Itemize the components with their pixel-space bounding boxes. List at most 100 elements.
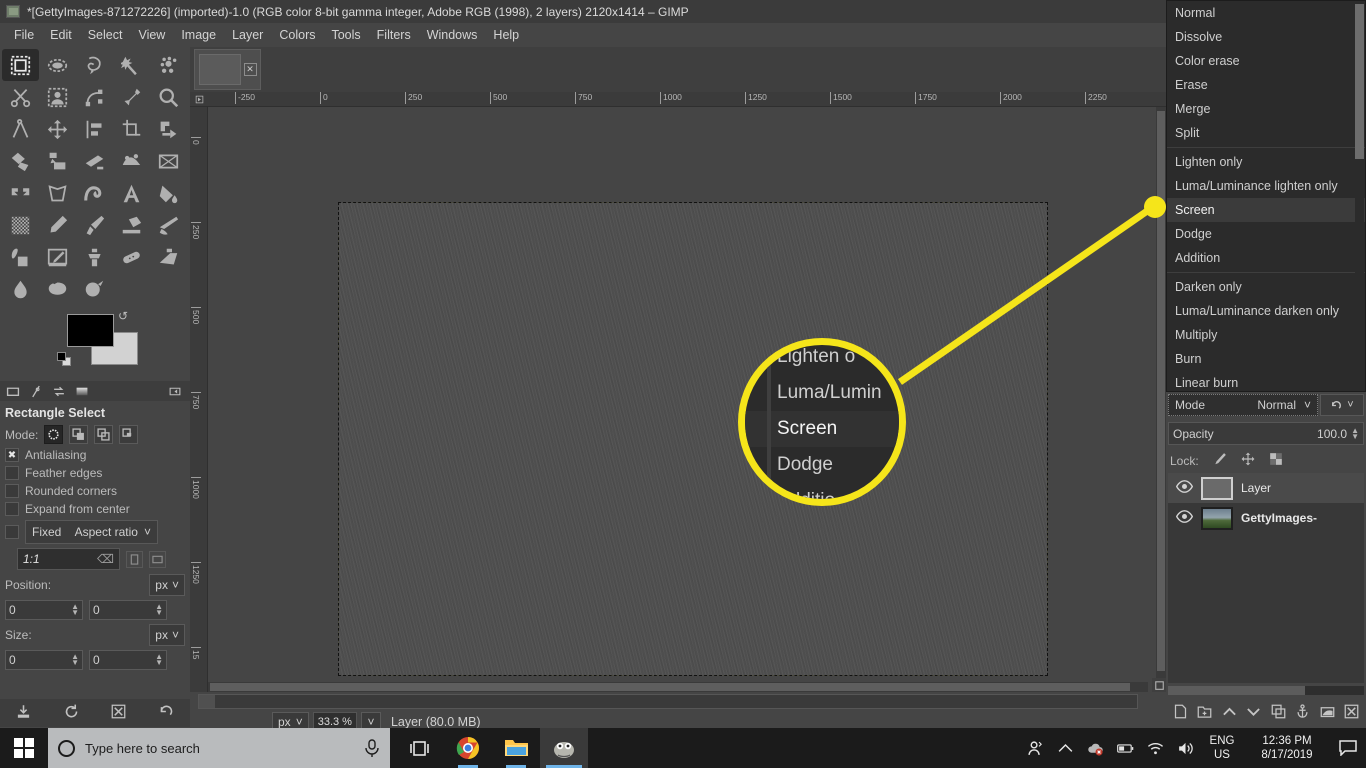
mode-intersect-with-selection[interactable] [119,425,139,444]
duplicate-layer-button[interactable] [1271,704,1286,722]
paths-tool[interactable] [76,81,113,113]
airbrush-tool[interactable] [150,209,187,241]
language-indicator[interactable]: ENG US [1200,734,1244,762]
canvas-vertical-scrollbar[interactable] [1156,107,1166,692]
landscape-orientation-button[interactable] [149,550,166,568]
blend-option-split[interactable]: Split [1167,121,1365,145]
spinner-icon[interactable]: ▲ ▼ [155,603,163,617]
ruler-origin-icon[interactable] [190,92,208,106]
position-x-input[interactable]: 0 ▲ ▼ [5,600,83,620]
eye-icon[interactable] [1175,480,1194,496]
blend-option-color-erase[interactable]: Color erase [1167,49,1365,73]
rounded-corners-row[interactable]: Rounded corners [0,482,190,500]
pencil-tool[interactable] [39,209,76,241]
volume-icon[interactable] [1170,728,1200,768]
fixed-aspect-combo[interactable]: Fixed Aspect ratio ˅ [25,520,158,544]
close-icon[interactable]: ✕ [243,63,257,76]
lower-layer-button[interactable] [1246,704,1261,722]
horizontal-ruler[interactable]: -250 0 250 500 750 1000 1250 1500 1750 2… [190,92,1166,107]
aspect-ratio-input[interactable]: 1:1 ⌫ [17,548,120,570]
delete-tool-preset-button[interactable] [111,704,126,722]
blend-option-luma-lighten-only[interactable]: Luma/Luminance lighten only [1167,174,1365,198]
blend-option-linear-burn[interactable]: Linear burn [1167,371,1365,391]
gradient-icon[interactable] [74,384,89,398]
position-unit-combo[interactable]: px ˅ [149,574,185,596]
clear-icon[interactable]: ⌫ [97,552,114,566]
dodge-burn-tool[interactable] [76,273,113,305]
portrait-orientation-button[interactable] [126,550,143,568]
menu-colors[interactable]: Colors [271,25,323,45]
onedrive-error-icon[interactable] [1080,728,1110,768]
fixed-row[interactable]: Fixed Aspect ratio ˅ [0,518,190,546]
layer-row-gettyimages[interactable]: GettyImages- [1168,503,1364,533]
mode-replace-selection[interactable] [44,425,64,444]
blend-option-dissolve[interactable]: Dissolve [1167,25,1365,49]
search-input[interactable]: Type here to search [85,741,354,756]
blend-option-merge[interactable]: Merge [1167,97,1365,121]
cage-transform-tool[interactable] [39,177,76,209]
spinner-icon[interactable]: ▲ ▼ [71,603,79,617]
dropdown-scrollbar[interactable] [1355,2,1364,391]
image-canvas[interactable] [338,202,1048,676]
reset-tool-options-button[interactable] [159,704,174,722]
antialiasing-row[interactable]: Antialiasing [0,446,190,464]
perspective-tool[interactable] [76,145,113,177]
layer-mask-button[interactable] [1320,704,1335,722]
layer-opacity-slider[interactable]: Opacity 100.0 ▲ ▼ [1168,422,1364,445]
alignment-tool[interactable] [76,113,113,145]
canvas-area[interactable] [208,107,1156,692]
gradient-tool[interactable] [2,209,39,241]
menu-tools[interactable]: Tools [323,25,368,45]
blur-sharpen-tool[interactable] [2,273,39,305]
mode-add-to-selection[interactable] [69,425,89,444]
swap-colors-icon[interactable]: ↺ [118,309,128,323]
paintbrush-tool[interactable] [76,209,113,241]
measure-tool[interactable] [2,113,39,145]
layer-mode-reset-button[interactable]: ˅ [1320,394,1364,416]
start-button[interactable] [0,728,48,768]
people-icon[interactable] [1020,728,1050,768]
heal-tool[interactable] [113,241,150,273]
blend-option-darken-only[interactable]: Darken only [1167,275,1365,299]
raise-layer-button[interactable] [1222,704,1237,722]
feather-edges-row[interactable]: Feather edges [0,464,190,482]
size-height-input[interactable]: 0 ▲ ▼ [89,650,167,670]
delete-layer-button[interactable] [1344,704,1359,722]
crop-tool[interactable] [113,113,150,145]
size-unit-combo[interactable]: px ˅ [149,624,185,646]
blend-option-burn[interactable]: Burn [1167,347,1365,371]
blend-option-erase[interactable]: Erase [1167,73,1365,97]
scrollbar-thumb[interactable] [210,683,1130,691]
clock[interactable]: 12:36 PM 8/17/2019 [1244,734,1330,762]
text-tool[interactable] [113,177,150,209]
flip-tool[interactable] [2,177,39,209]
blend-option-luma-darken-only[interactable]: Luma/Luminance darken only [1167,299,1365,323]
blend-option-screen[interactable]: Screen [1167,198,1365,222]
expand-from-center-row[interactable]: Expand from center [0,500,190,518]
cancel-icon[interactable] [199,695,215,708]
menu-help[interactable]: Help [485,25,527,45]
menu-windows[interactable]: Windows [419,25,486,45]
layer-panel-scrollbar[interactable] [1168,686,1364,695]
shear-tool[interactable] [39,145,76,177]
lock-pixels-icon[interactable] [1213,452,1227,469]
size-width-input[interactable]: 0 ▲ ▼ [5,650,83,670]
taskbar-app-chrome[interactable] [444,728,492,768]
bucket-fill-tool[interactable] [150,177,187,209]
blend-option-addition[interactable]: Addition [1167,246,1365,270]
reset-colors-icon[interactable] [57,352,72,367]
scrollbar-thumb[interactable] [1355,4,1364,159]
restore-tool-preset-button[interactable] [64,704,79,722]
spinner-icon[interactable]: ▲ ▼ [71,653,79,667]
save-tool-preset-button[interactable] [16,704,31,722]
brush-icon[interactable] [28,384,43,398]
anchor-layer-button[interactable] [1295,704,1310,722]
vertical-ruler[interactable]: 0 250 500 750 1000 1250 15 [190,107,208,692]
taskbar-app-gimp[interactable] [540,728,588,768]
image-icon[interactable] [5,384,20,398]
rectangle-select-tool[interactable] [2,49,39,81]
rounded-corners-checkbox[interactable] [5,484,19,498]
blend-option-multiply[interactable]: Multiply [1167,323,1365,347]
swap-icon[interactable] [51,384,66,398]
new-layer-button[interactable] [1173,704,1188,722]
